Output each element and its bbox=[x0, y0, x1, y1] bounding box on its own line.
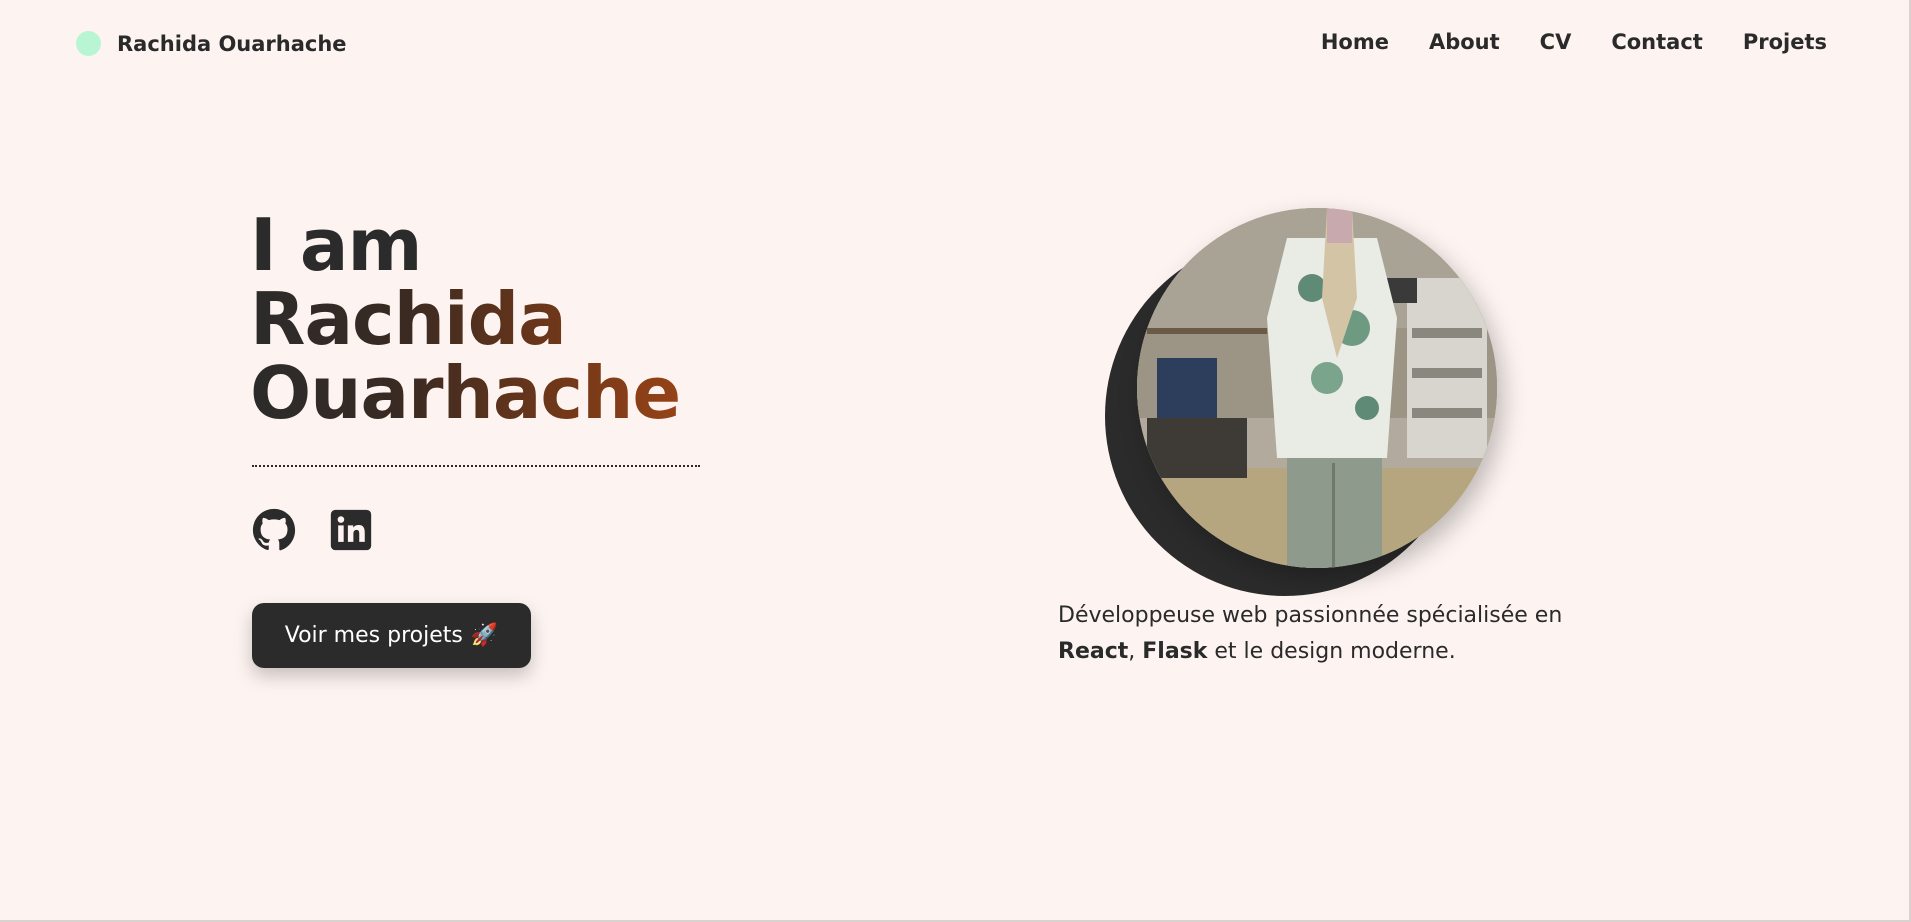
rocket-icon: 🚀 bbox=[470, 623, 499, 648]
hero-title-first-name: Rachida bbox=[250, 282, 770, 356]
linkedin-icon[interactable] bbox=[329, 508, 373, 552]
tagline-intro: Développeuse web passionnée spécialisée … bbox=[1058, 603, 1563, 628]
nav-projets[interactable]: Projets bbox=[1743, 30, 1827, 54]
profile-photo bbox=[1137, 208, 1497, 568]
nav-cv[interactable]: CV bbox=[1540, 30, 1572, 54]
tagline-separator: , bbox=[1128, 639, 1143, 664]
page: Rachida Ouarhache Home About CV Contact … bbox=[0, 0, 1911, 922]
view-projects-button[interactable]: Voir mes projets 🚀 bbox=[252, 603, 531, 668]
main-nav: Home About CV Contact Projets bbox=[1321, 30, 1827, 54]
tech-flask: Flask bbox=[1142, 639, 1208, 664]
social-links bbox=[252, 508, 373, 552]
nav-home[interactable]: Home bbox=[1321, 30, 1389, 54]
tech-react: React bbox=[1058, 639, 1129, 664]
cta-label: Voir mes projets bbox=[284, 623, 463, 648]
hero-divider bbox=[252, 465, 700, 467]
hero-title-intro: I am bbox=[250, 203, 422, 287]
hero-title: I am Rachida Ouarhache bbox=[250, 208, 770, 430]
brand[interactable]: Rachida Ouarhache bbox=[76, 31, 347, 56]
nav-about[interactable]: About bbox=[1429, 30, 1500, 54]
brand-dot-icon bbox=[76, 31, 101, 56]
github-icon[interactable] bbox=[252, 508, 296, 552]
brand-name: Rachida Ouarhache bbox=[117, 31, 347, 56]
tagline-outro: et le design moderne. bbox=[1207, 639, 1456, 664]
tagline: Développeuse web passionnée spécialisée … bbox=[1058, 598, 1618, 670]
portrait-container bbox=[1105, 208, 1500, 596]
hero-title-last-name: Ouarhache bbox=[250, 356, 770, 430]
nav-contact[interactable]: Contact bbox=[1611, 30, 1703, 54]
